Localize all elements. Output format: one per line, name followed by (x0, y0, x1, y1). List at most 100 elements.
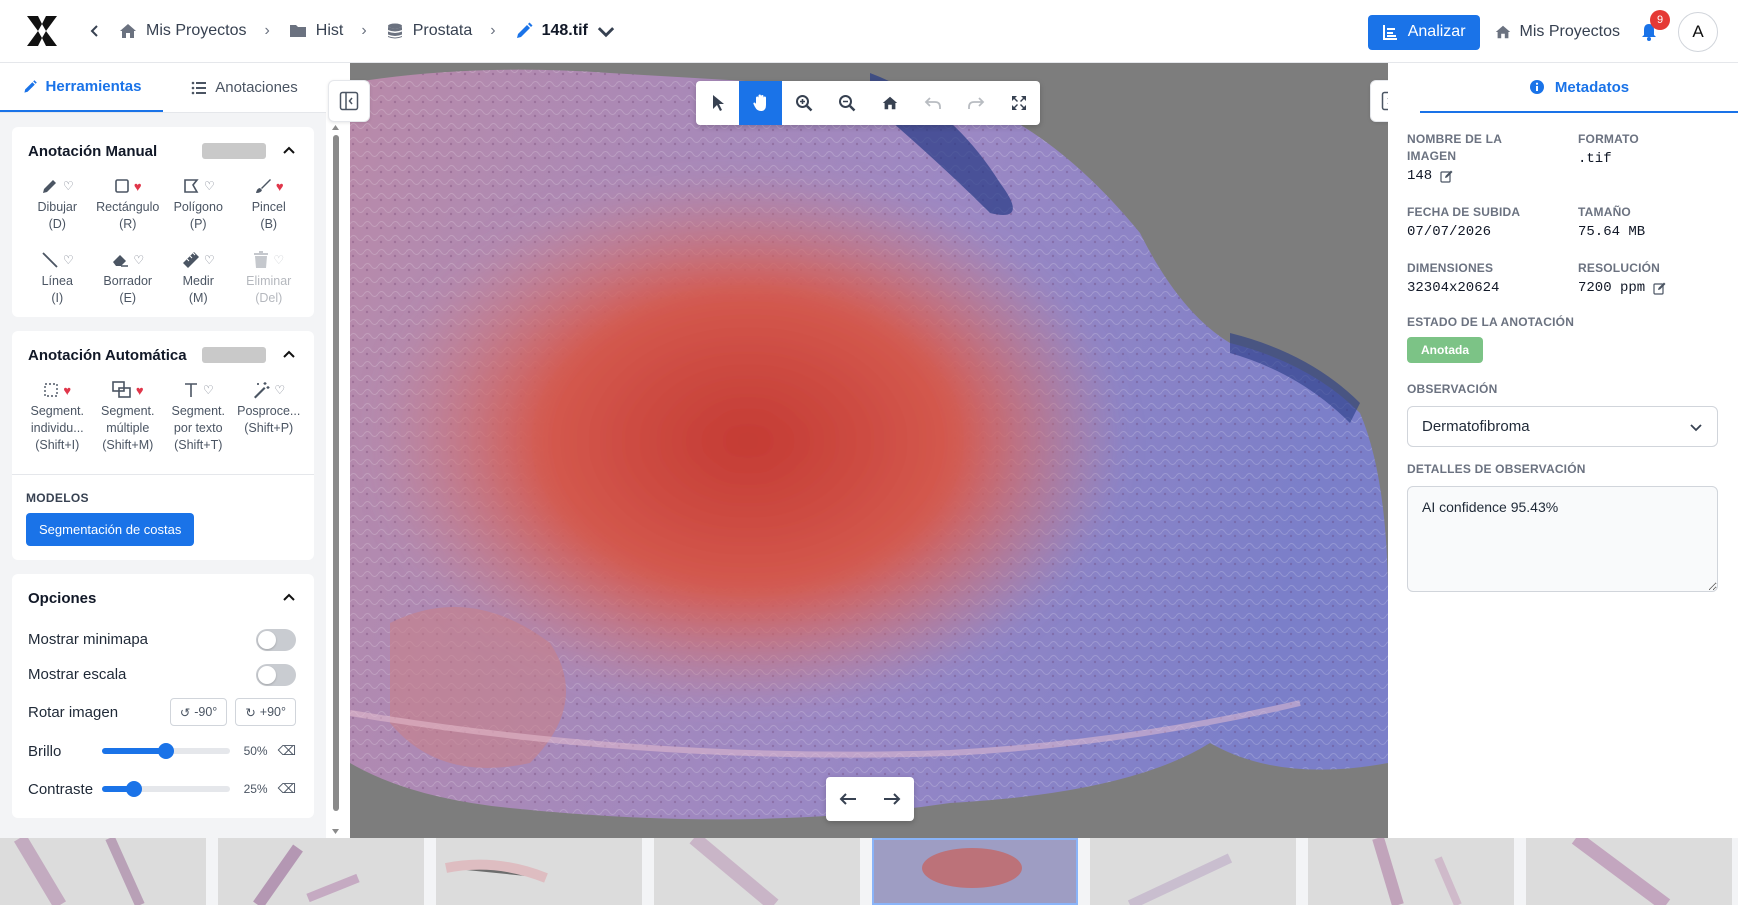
contrast-slider[interactable] (101, 781, 230, 797)
thumbnail-item[interactable] (218, 838, 424, 905)
thumbnail-item[interactable] (1090, 838, 1296, 905)
zoom-in-icon (795, 95, 812, 112)
breadcrumb-item-hist[interactable]: Hist (284, 17, 348, 45)
breadcrumb-item-projects[interactable]: Mis Proyectos (114, 17, 250, 45)
previous-image-button[interactable] (826, 777, 870, 821)
tool-measure[interactable]: ♡ Medir (M) (163, 249, 234, 307)
heart-outline-icon[interactable]: ♡ (63, 178, 74, 195)
heart-outline-icon[interactable]: ♡ (203, 382, 214, 399)
tool-shortcut: (Shift+P) (244, 421, 294, 435)
fullscreen-button[interactable] (997, 81, 1040, 125)
chevron-right-icon: › (361, 22, 367, 39)
thumbnail-item[interactable] (436, 838, 642, 905)
heart-outline-icon[interactable]: ♡ (63, 252, 74, 269)
home-view-button[interactable] (868, 81, 911, 125)
tool-shortcut: (R) (119, 217, 137, 231)
tool-label: Borrador (103, 274, 153, 288)
eraser-icon[interactable]: ⌫ (278, 743, 296, 759)
thumbnail-item[interactable] (0, 838, 206, 905)
heart-filled-icon[interactable]: ♥ (134, 178, 142, 195)
tool-segment-individual[interactable]: ♥ Segment. individu... (Shift+I) (22, 379, 93, 454)
annotation-status: ESTADO DE LA ANOTACIÓN Anotada (1388, 314, 1738, 363)
brightness-slider[interactable] (101, 743, 230, 759)
tool-label: Posproce... (237, 404, 301, 418)
thumbnail-item[interactable] (654, 838, 860, 905)
meta-label: TAMAÑO (1578, 205, 1631, 219)
heart-outline-icon[interactable]: ♡ (204, 252, 215, 269)
model-coast-segmentation-button[interactable]: Segmentación de costas (26, 513, 195, 546)
edit-icon[interactable] (1653, 281, 1667, 295)
tool-label-line2: múltiple (106, 421, 150, 435)
tool-draw[interactable]: ♡ Dibujar (D) (22, 175, 93, 233)
thumbnail-image (253, 844, 360, 905)
collapse-left-sidebar-button[interactable] (328, 80, 370, 122)
heart-filled-icon[interactable]: ♥ (276, 178, 284, 195)
heart-filled-icon[interactable]: ♥ (63, 382, 71, 399)
select-tool-button[interactable] (696, 81, 739, 125)
tool-segment-multiple[interactable]: ♥ Segment. múltiple (Shift+M) (93, 379, 164, 454)
tool-label: Segment. (100, 404, 155, 418)
thumbnail-item[interactable] (872, 838, 1078, 905)
notifications-button[interactable]: 9 (1634, 10, 1670, 47)
image-viewer[interactable] (350, 63, 1388, 838)
tool-line[interactable]: ♡ Línea (I) (22, 249, 93, 307)
minimap-toggle[interactable] (256, 628, 296, 651)
tool-eraser[interactable]: ♡ Borrador (E) (93, 249, 164, 307)
meta-label: DETALLES DE OBSERVACIÓN (1407, 462, 1586, 476)
thumbnail-item[interactable] (1308, 838, 1514, 905)
zoom-out-button[interactable] (825, 81, 868, 125)
undo-button[interactable] (911, 81, 954, 125)
tab-label: Metadatos (1554, 78, 1630, 96)
tab-annotations[interactable]: Anotaciones (163, 63, 326, 112)
meta-value: 07/07/2026 (1407, 224, 1492, 240)
zoom-in-button[interactable] (782, 81, 825, 125)
tool-segment-text[interactable]: ♡ Segment. por texto (Shift+T) (163, 379, 234, 454)
heart-outline-icon[interactable]: ♡ (274, 382, 285, 399)
tool-brush[interactable]: ♥ Pincel (B) (234, 175, 305, 233)
breadcrumb-item-file[interactable]: 148.tif (510, 17, 620, 45)
tab-tools[interactable]: Herramientas (0, 63, 163, 112)
edit-icon[interactable] (1440, 169, 1454, 183)
thumbnail-image (1571, 838, 1671, 905)
color-swatch[interactable] (202, 143, 266, 159)
color-swatch[interactable] (202, 347, 266, 363)
thumbnail-item[interactable] (1526, 838, 1732, 905)
heart-outline-icon[interactable]: ♡ (204, 178, 215, 195)
app-logo[interactable] (24, 13, 60, 49)
list-icon (191, 81, 207, 94)
pan-tool-button[interactable] (739, 81, 782, 125)
analyze-button[interactable]: Analizar (1367, 14, 1480, 50)
chevron-up-icon[interactable] (280, 589, 298, 607)
heart-outline-icon[interactable]: ♡ (133, 252, 144, 269)
eraser-icon[interactable]: ⌫ (278, 781, 296, 797)
observation-details-textarea[interactable]: AI confidence 95.43% (1407, 486, 1718, 592)
avatar[interactable]: A (1678, 12, 1718, 52)
thumbnail-image (1372, 838, 1462, 905)
chevron-up-icon[interactable] (280, 346, 298, 364)
arrow-right-icon (884, 793, 901, 805)
heart-filled-icon[interactable]: ♥ (136, 382, 144, 399)
thumbnail-strip (0, 838, 1738, 905)
brightness-value: 50% (243, 744, 268, 758)
rotate-left-button[interactable]: ↺ -90° (169, 698, 228, 726)
tool-polygon[interactable]: ♡ Polígono (P) (163, 175, 234, 233)
tool-rectangle[interactable]: ♥ Rectángulo (R) (93, 175, 164, 233)
chevron-up-icon[interactable] (280, 142, 298, 160)
sidebar-scrollbar[interactable] (331, 123, 340, 839)
tab-metadata[interactable]: Metadatos (1420, 63, 1738, 113)
tool-shortcut: (B) (260, 217, 278, 231)
observation-select[interactable]: Dermatofibroma (1407, 406, 1718, 447)
breadcrumb-item-prostata[interactable]: Prostata (381, 17, 477, 45)
square-icon (115, 179, 129, 193)
next-image-button[interactable] (870, 777, 914, 821)
fullscreen-icon (1011, 96, 1026, 110)
tool-delete: ♡ Eliminar (Del) (234, 249, 305, 307)
rotate-right-button[interactable]: ↻ +90° (235, 698, 296, 726)
redo-button[interactable] (954, 81, 997, 125)
projects-link[interactable]: Mis Proyectos (1494, 23, 1620, 41)
back-button[interactable] (82, 18, 108, 44)
line-icon (42, 252, 58, 268)
auto-annotation-title: Anotación Automática (28, 346, 187, 364)
scale-toggle[interactable] (256, 663, 296, 686)
tool-postprocess[interactable]: ♡ Posproce... (Shift+P) (234, 379, 305, 454)
